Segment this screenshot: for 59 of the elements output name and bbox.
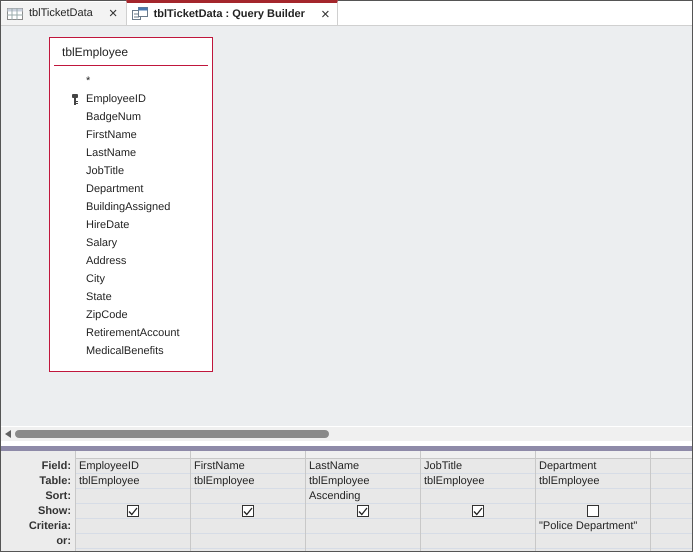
field-name[interactable]: ZipCode — [86, 306, 128, 324]
criteria-cell[interactable]: "Police Department" — [539, 520, 638, 532]
pane-splitter[interactable] — [1, 446, 692, 451]
field-name[interactable]: Address — [86, 252, 126, 270]
field-name[interactable]: BadgeNum — [86, 108, 142, 126]
close-button[interactable]: × — [318, 6, 332, 22]
document-tab[interactable]: tblTicketData : Query Builder × — [126, 0, 338, 25]
row-label: Show: — [38, 504, 71, 519]
table-cell[interactable]: tblEmployee — [309, 475, 370, 487]
field-name[interactable]: Salary — [86, 234, 118, 252]
field-cell[interactable]: LastName — [309, 460, 360, 472]
row-label: Criteria: — [28, 519, 71, 534]
field-name[interactable]: JobTitle — [86, 162, 124, 180]
column-selector[interactable] — [76, 451, 190, 459]
field-name[interactable]: BuildingAssigned — [86, 198, 170, 216]
scroll-left-icon[interactable] — [5, 430, 11, 438]
show-checkbox[interactable] — [242, 505, 254, 517]
show-checkbox[interactable] — [587, 505, 599, 517]
table-title: tblEmployee — [54, 38, 208, 66]
column-selector[interactable] — [651, 451, 692, 459]
row-label: or: — [56, 534, 71, 549]
field-name[interactable]: FirstName — [86, 126, 137, 144]
column-selector[interactable] — [306, 451, 420, 459]
field-name[interactable]: Department — [86, 180, 144, 198]
tab-label: tblTicketData — [29, 6, 94, 22]
sort-cell[interactable]: Ascending — [309, 490, 360, 502]
row-label: Field: — [42, 459, 71, 474]
query-icon — [132, 7, 148, 21]
table-cell[interactable]: tblEmployee — [424, 475, 485, 487]
horizontal-scrollbar[interactable] — [1, 427, 692, 441]
show-checkbox[interactable] — [127, 505, 139, 517]
field-name[interactable]: LastName — [86, 144, 136, 162]
row-label: Sort: — [45, 489, 71, 504]
field-name[interactable]: HireDate — [86, 216, 130, 234]
document-tab[interactable]: tblTicketData × — [1, 2, 126, 25]
field-cell[interactable]: JobTitle — [424, 460, 462, 472]
column-selector[interactable] — [536, 451, 650, 459]
row-label: Table: — [39, 474, 71, 489]
field-name[interactable]: MedicalBenefits — [86, 342, 164, 360]
scrollbar-thumb[interactable] — [15, 430, 329, 438]
tab-label: tblTicketData : Query Builder — [154, 6, 306, 22]
show-checkbox[interactable] — [357, 505, 369, 517]
table-icon — [7, 8, 23, 20]
field-cell[interactable]: FirstName — [194, 460, 245, 472]
field-cell[interactable]: Department — [539, 460, 596, 472]
column-selector[interactable] — [421, 451, 535, 459]
field-name[interactable]: EmployeeID — [86, 90, 146, 108]
table-cell[interactable]: tblEmployee — [79, 475, 140, 487]
table-cell[interactable]: tblEmployee — [539, 475, 600, 487]
field-name[interactable]: City — [86, 270, 105, 288]
column-selector[interactable] — [191, 451, 305, 459]
table-cell[interactable]: tblEmployee — [194, 475, 255, 487]
show-checkbox[interactable] — [472, 505, 484, 517]
close-button[interactable]: × — [106, 6, 120, 21]
field-cell[interactable]: EmployeeID — [79, 460, 139, 472]
table-field-list[interactable]: tblEmployee * EmployeeID BadgeNum FirstName LastName JobTitle Department BuildingAssigned HireDate Salary Address City State ZipCode RetirementAccount MedicalBenefits — [49, 37, 213, 372]
field-name[interactable]: * — [86, 72, 90, 90]
field-name[interactable]: RetirementAccount — [86, 324, 180, 342]
field-name[interactable]: State — [86, 288, 112, 306]
